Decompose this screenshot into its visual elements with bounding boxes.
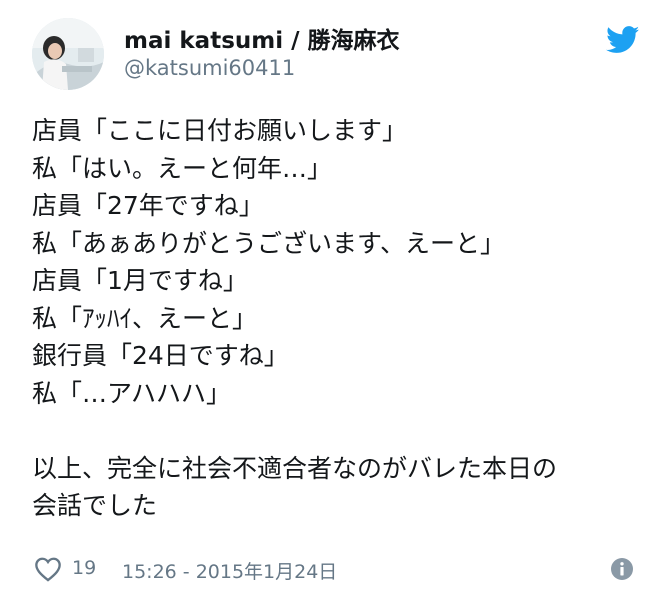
tweet-line: 銀行員「24日ですね」 (32, 341, 289, 370)
tweet-line: 私「あぁありがとうございます、えーと」 (32, 228, 506, 258)
tweet-footer: 19 15:26 - 2015年1月24日 (32, 552, 642, 586)
tweet-line: 以上、完全に社会不適合者なのがバレた本日の (32, 453, 558, 483)
tweet-line: 会話でした (32, 491, 158, 520)
display-name[interactable]: mai katsumi / 勝海麻衣 (124, 21, 400, 55)
tweet-line: 私「はい。えーと何年…」 (32, 153, 333, 183)
tweet-card: mai katsumi / 勝海麻衣 @katsumi60411 店員「ここに日… (0, 0, 665, 610)
tweet-line: 私「ｱｯﾊｲ、えーと」 (32, 303, 258, 333)
tweet-line: 店員「ここに日付お願いします」 (32, 116, 408, 145)
avatar[interactable] (32, 18, 104, 90)
heart-icon[interactable] (34, 556, 62, 582)
timestamp-link[interactable]: 15:26 - 2015年1月24日 (122, 557, 337, 584)
info-icon[interactable] (610, 557, 634, 581)
like-count: 19 (72, 557, 97, 579)
tweet-line: 店員「1月ですね」 (32, 266, 248, 295)
tweet-line: 私「…アハハハ」 (32, 378, 232, 408)
tweet-line: 店員「27年ですね」 (32, 191, 264, 220)
user-handle[interactable]: @katsumi60411 (124, 56, 295, 80)
tweet-text: 店員「ここに日付お願いします」 私「はい。えーと何年…」 店員「27年ですね」 … (32, 112, 642, 525)
twitter-bird-icon[interactable] (606, 26, 640, 54)
